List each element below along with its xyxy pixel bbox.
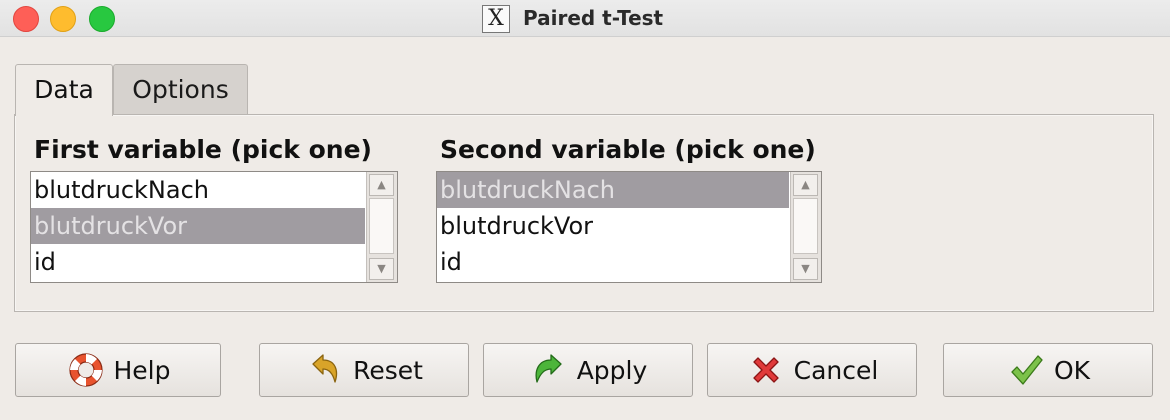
scroll-down-icon[interactable]: ▼	[369, 258, 394, 280]
list-item[interactable]: blutdruckVor	[437, 208, 789, 244]
tab-options[interactable]: Options	[113, 64, 248, 115]
apply-button[interactable]: Apply	[483, 343, 693, 397]
reset-button[interactable]: Reset	[259, 343, 469, 397]
list-item[interactable]: id	[31, 244, 365, 280]
first-variable-listbox[interactable]: blutdruckNach blutdruckVor id ▲ ▼	[30, 171, 398, 283]
ok-button-label: OK	[1053, 355, 1091, 385]
second-variable-listbox[interactable]: blutdruckNach blutdruckVor id ▲ ▼	[436, 171, 822, 283]
ok-button[interactable]: OK	[943, 343, 1153, 397]
first-variable-label: First variable (pick one)	[34, 135, 372, 164]
help-button-label: Help	[113, 355, 171, 385]
second-variable-scrollbar[interactable]: ▲ ▼	[790, 172, 821, 282]
second-variable-label: Second variable (pick one)	[440, 135, 816, 164]
reset-button-label: Reset	[353, 355, 423, 385]
cancel-button[interactable]: Cancel	[707, 343, 917, 397]
window-title: Paired t-Test	[523, 6, 664, 30]
red-x-icon	[746, 350, 786, 390]
minimize-window-button[interactable]	[50, 6, 76, 32]
list-item[interactable]: blutdruckVor	[31, 208, 365, 244]
scrollbar-thumb[interactable]	[369, 198, 394, 254]
scroll-down-icon[interactable]: ▼	[793, 258, 818, 280]
tab-data[interactable]: Data	[15, 64, 113, 116]
undo-arrow-icon	[305, 350, 345, 390]
scroll-up-icon[interactable]: ▲	[793, 174, 818, 196]
cancel-button-label: Cancel	[793, 355, 879, 385]
close-window-button[interactable]	[13, 6, 39, 32]
list-item[interactable]: id	[437, 244, 789, 280]
apply-button-label: Apply	[576, 355, 648, 385]
maximize-window-button[interactable]	[89, 6, 115, 32]
lifebuoy-icon	[66, 350, 106, 390]
first-variable-scrollbar[interactable]: ▲ ▼	[366, 172, 397, 282]
green-check-icon	[1006, 350, 1046, 390]
green-arrow-icon	[529, 350, 569, 390]
list-item[interactable]: blutdruckNach	[437, 172, 789, 208]
title-bar: X Paired t-Test	[0, 0, 1170, 37]
scroll-up-icon[interactable]: ▲	[369, 174, 394, 196]
scrollbar-thumb[interactable]	[793, 198, 818, 254]
list-item[interactable]: blutdruckNach	[31, 172, 365, 208]
help-button[interactable]: Help	[15, 343, 221, 397]
x11-app-icon: X	[482, 5, 510, 33]
